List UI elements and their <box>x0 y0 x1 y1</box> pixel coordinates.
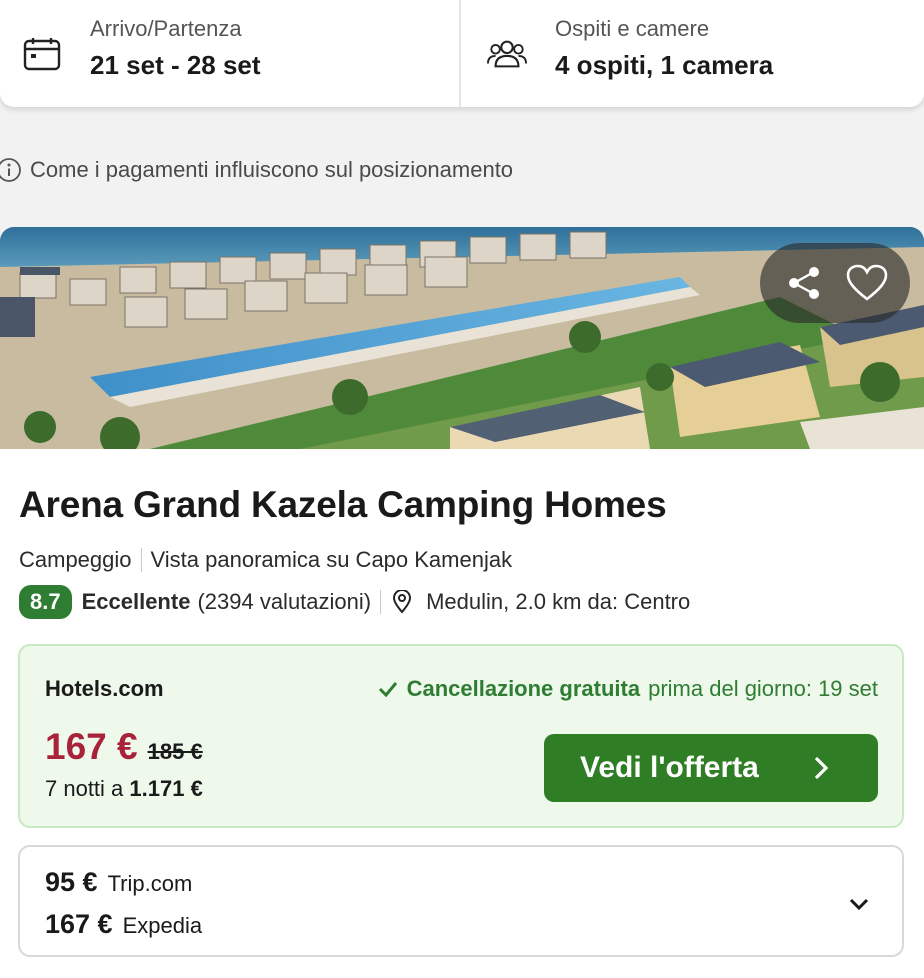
rating-label: Eccellente <box>81 589 191 614</box>
hotel-location: Medulin, 2.0 km da: Centro <box>426 589 691 614</box>
dates-field[interactable]: Arrivo/Partenza 21 set - 28 set <box>0 0 459 107</box>
offer-price: 167 € 185 € <box>45 726 203 768</box>
info-icon <box>0 158 21 182</box>
free-cancellation: Cancellazione gratuita prima del giorno:… <box>377 676 878 702</box>
divider <box>380 590 382 614</box>
heart-icon <box>846 264 887 301</box>
chevron-right-icon <box>814 756 829 780</box>
other-offer-provider: Expedia <box>122 913 203 938</box>
current-price: 167 € <box>45 726 138 767</box>
calendar-icon <box>22 34 62 74</box>
other-offer-row[interactable]: 95 € Trip.com <box>45 867 192 898</box>
other-offer-row[interactable]: 167 € Expedia <box>45 909 202 940</box>
hotel-rating-row: 8.7 Eccellente (2394 valutazioni) Meduli… <box>19 585 690 619</box>
other-offer-provider: Trip.com <box>107 871 193 896</box>
nights-total: 7 notti a 1.171 € <box>45 776 203 802</box>
total-price: 1.171 € <box>129 776 203 801</box>
other-offers[interactable]: 95 € Trip.com 167 € Expedia <box>18 845 904 957</box>
other-offer-price: 95 € <box>45 867 98 897</box>
guests-icon <box>487 34 527 74</box>
other-offer-price: 167 € <box>45 909 113 939</box>
hotel-photo[interactable] <box>0 227 924 449</box>
guests-value: 4 ospiti, 1 camera <box>555 49 774 80</box>
guests-label: Ospiti e camere <box>555 15 710 41</box>
view-offer-label: Vedi l'offerta <box>580 751 759 784</box>
nights-prefix: 7 notti a <box>45 776 124 801</box>
best-offer[interactable]: Hotels.com Cancellazione gratuita prima … <box>18 644 904 828</box>
dates-label: Arrivo/Partenza <box>90 15 242 41</box>
check-icon <box>378 682 397 698</box>
ranking-info-text: Come i pagamenti influiscono sul posizio… <box>30 157 514 182</box>
offer-provider: Hotels.com <box>45 676 164 701</box>
divider <box>140 548 142 572</box>
review-count: (2394 valutazioni) <box>197 589 372 614</box>
guests-field[interactable]: Ospiti e camere 4 ospiti, 1 camera <box>459 0 924 107</box>
hotel-type: Campeggio <box>19 547 132 572</box>
old-price: 185 € <box>147 739 203 764</box>
view-offer-button[interactable]: Vedi l'offerta <box>544 734 878 802</box>
share-icon <box>788 267 819 299</box>
rating-badge: 8.7 <box>19 585 72 619</box>
ranking-info-link[interactable]: Come i pagamenti influiscono sul posizio… <box>0 157 513 183</box>
cancel-strong: Cancellazione gratuita <box>406 676 641 701</box>
hotel-card[interactable]: Arena Grand Kazela Camping Homes Campegg… <box>0 227 924 978</box>
share-button[interactable] <box>781 260 827 306</box>
photo-actions <box>760 243 910 323</box>
search-bar: Arrivo/Partenza 21 set - 28 set Ospiti e… <box>0 0 924 107</box>
chevron-down-icon[interactable] <box>846 891 872 917</box>
map-pin-icon <box>393 590 412 614</box>
cancel-deadline: prima del giorno: 19 set <box>648 676 878 701</box>
hotel-name[interactable]: Arena Grand Kazela Camping Homes <box>19 484 667 526</box>
hotel-meta: Campeggio Vista panoramica su Capo Kamen… <box>19 547 512 573</box>
favorite-button[interactable] <box>844 260 890 306</box>
dates-value: 21 set - 28 set <box>90 49 261 80</box>
hotel-feature: Vista panoramica su Capo Kamenjak <box>150 547 513 572</box>
